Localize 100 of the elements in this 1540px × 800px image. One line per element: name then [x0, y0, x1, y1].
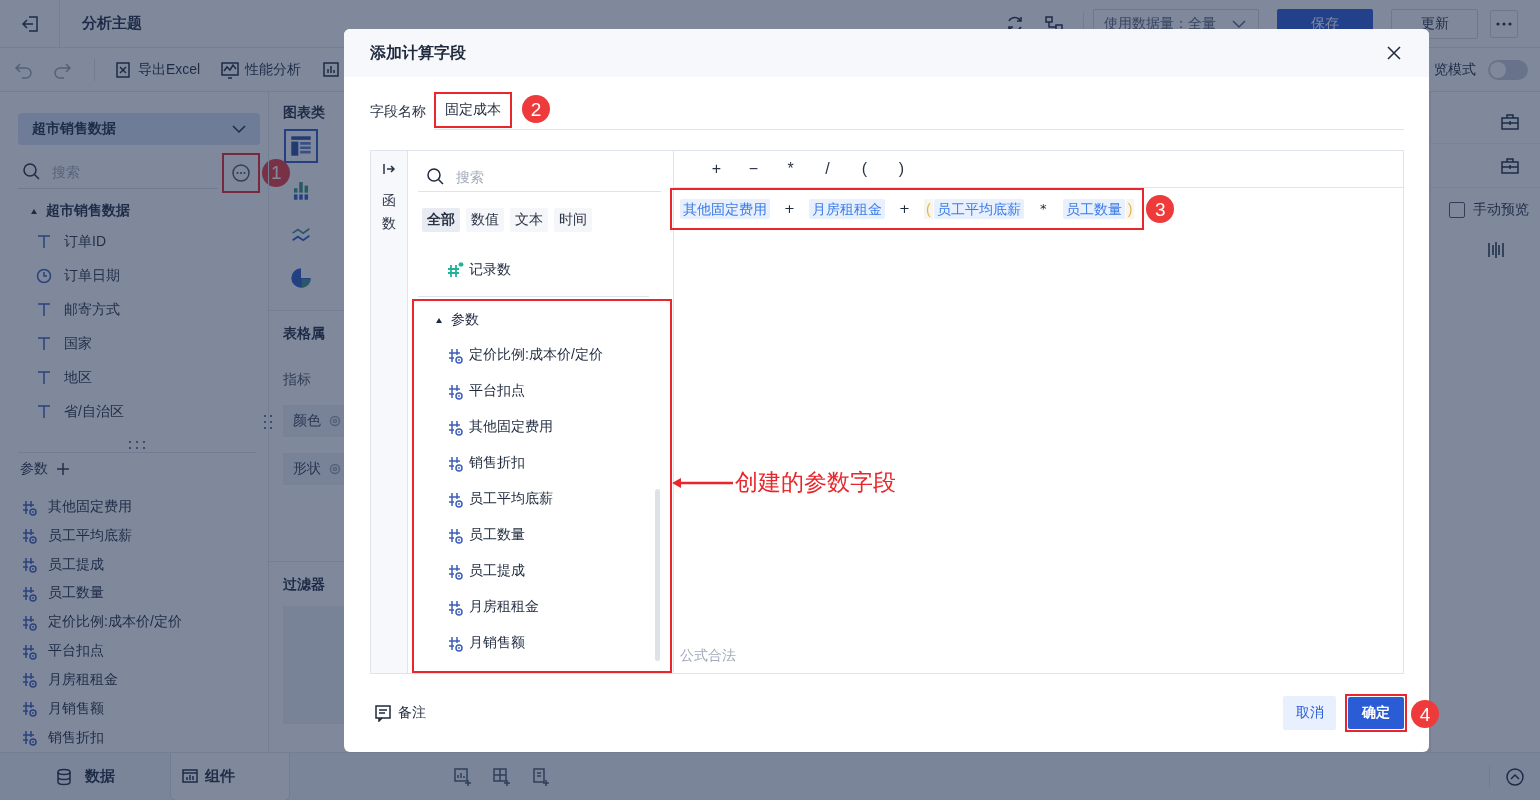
field-token: 月房租租金: [809, 199, 885, 220]
section-title: 参数: [20, 459, 48, 478]
parameter-icon: [447, 490, 463, 508]
briefcase-icon[interactable]: [1500, 155, 1520, 176]
tab[interactable]: 组件: [170, 752, 290, 800]
search-icon: [426, 166, 446, 187]
parameter-item[interactable]: 员工数量: [414, 517, 670, 554]
parameter-item[interactable]: 销售折扣: [414, 445, 670, 482]
excel-button[interactable]: 导出Excel: [113, 59, 201, 80]
field-item[interactable]: 国家: [18, 326, 260, 361]
field-item[interactable]: 省/自治区: [18, 394, 260, 429]
annotation-text: 创建的参数字段: [735, 468, 896, 498]
operator-button[interactable]: −: [735, 160, 772, 179]
parameter-item[interactable]: 员工提成: [414, 553, 670, 590]
drag-handle-icon[interactable]: [263, 414, 273, 430]
briefcase-icon[interactable]: [1500, 111, 1520, 132]
parameter-item[interactable]: 平台扣点: [18, 636, 260, 666]
parameter-item[interactable]: 月房租租金: [18, 665, 260, 695]
drag-handle-icon[interactable]: [128, 439, 146, 450]
bars-icon[interactable]: [1486, 240, 1506, 260]
field-token: 其他固定费用: [680, 199, 770, 220]
parameter-icon: [447, 346, 463, 364]
field-item[interactable]: 订单ID: [18, 224, 260, 259]
parameter-item[interactable]: 定价比例:成本价/定价: [414, 337, 670, 374]
search-input[interactable]: 搜索: [454, 167, 594, 186]
page-title: 分析主题: [82, 14, 142, 33]
parameter-item[interactable]: 员工平均底薪: [414, 481, 670, 518]
parameter-icon: [21, 642, 37, 660]
text-type-icon: [36, 368, 52, 387]
operator-button[interactable]: /: [809, 160, 846, 179]
parameter-icon: [447, 454, 463, 472]
parameter-item[interactable]: 员工数量: [18, 579, 260, 608]
parameter-item[interactable]: 员工平均底薪: [18, 521, 260, 551]
parameter-item[interactable]: 销售折扣: [18, 723, 260, 753]
filter-tab[interactable]: 文本: [510, 208, 548, 233]
parenthesis-token: (: [924, 199, 933, 220]
parameter-icon: [21, 527, 37, 545]
text-type-icon: [36, 402, 52, 421]
operator-button[interactable]: ): [883, 160, 920, 179]
filter-tab[interactable]: 数值: [466, 208, 504, 233]
parameter-item[interactable]: 定价比例:成本价/定价: [18, 607, 260, 637]
parameter-item[interactable]: 月房租租金: [414, 589, 670, 626]
parameter-item[interactable]: 员工提成: [18, 550, 260, 580]
operator-button[interactable]: +: [698, 160, 735, 179]
filter-tab[interactable]: 全部: [422, 208, 460, 233]
tree-node[interactable]: 参数: [414, 309, 670, 332]
field-token: 员工平均底薪: [933, 199, 1024, 220]
section-title: 表格属: [283, 325, 325, 343]
add-chart-icon[interactable]: [453, 766, 473, 787]
dataset-select[interactable]: 超市销售数据: [18, 113, 260, 145]
preview-mode-toggle[interactable]: [1488, 59, 1528, 80]
parameter-icon: [447, 418, 463, 436]
field-item[interactable]: 订单日期: [18, 258, 260, 293]
parameter-item[interactable]: 月销售额: [18, 694, 260, 724]
operator-button[interactable]: *: [772, 160, 809, 179]
parenthesis-token: ): [1125, 199, 1135, 220]
comment-icon: [374, 704, 392, 723]
operator-button[interactable]: (: [846, 160, 883, 179]
add-grid-icon[interactable]: [492, 766, 512, 787]
field-value: 固定成本: [445, 101, 501, 120]
step-badge: 3: [1146, 195, 1175, 224]
chevron-up-icon[interactable]: [1505, 766, 1525, 787]
parameter-icon: [447, 526, 463, 544]
tab[interactable]: 数据: [0, 752, 170, 800]
text-type-icon: [36, 334, 52, 353]
operator-token: *: [1038, 200, 1048, 219]
parameter-item[interactable]: 月销售额: [414, 625, 670, 662]
bar-chart-icon[interactable]: [321, 59, 342, 80]
ellipsis-icon: [1496, 21, 1512, 26]
step-badge: 4: [1411, 700, 1439, 729]
parameter-item[interactable]: 平台扣点: [414, 373, 670, 410]
scrollbar[interactable]: [655, 489, 660, 662]
more-icon[interactable]: [231, 162, 252, 183]
table-chart-icon[interactable]: [284, 129, 318, 163]
function-item[interactable]: 记录数: [418, 254, 661, 287]
tree-node[interactable]: 超市销售数据: [18, 196, 260, 225]
parameter-item[interactable]: 其他固定费用: [18, 492, 260, 522]
add-document-icon[interactable]: [531, 766, 551, 787]
confirm-button[interactable]: 确定: [1348, 697, 1404, 730]
exit-icon[interactable]: [19, 13, 40, 34]
section-title: 图表类: [283, 104, 325, 122]
parameter-item[interactable]: 其他固定费用: [414, 409, 670, 446]
section-title: 过滤器: [283, 576, 325, 594]
chart-monitor-icon: [220, 59, 241, 80]
excel-export-icon: [113, 59, 133, 80]
field-item[interactable]: 地区: [18, 360, 260, 395]
name-field[interactable]: 固定成本 2: [434, 94, 1404, 131]
dialog-title: 添加计算字段: [370, 42, 466, 63]
note-button[interactable]: 备注: [374, 704, 426, 723]
plus-icon[interactable]: [56, 461, 70, 476]
parameter-icon: [21, 613, 37, 631]
parameter-icon: [447, 562, 463, 580]
cancel-button[interactable]: 取消: [1283, 696, 1336, 731]
rail-label[interactable]: 函数: [382, 189, 396, 235]
filter-tab[interactable]: 时间: [554, 208, 592, 233]
more-button[interactable]: [1490, 9, 1518, 38]
checkbox[interactable]: [1449, 202, 1465, 218]
performance-button[interactable]: 性能分析: [220, 59, 302, 80]
step-badge: 2: [522, 95, 550, 124]
field-item[interactable]: 邮寄方式: [18, 292, 260, 327]
